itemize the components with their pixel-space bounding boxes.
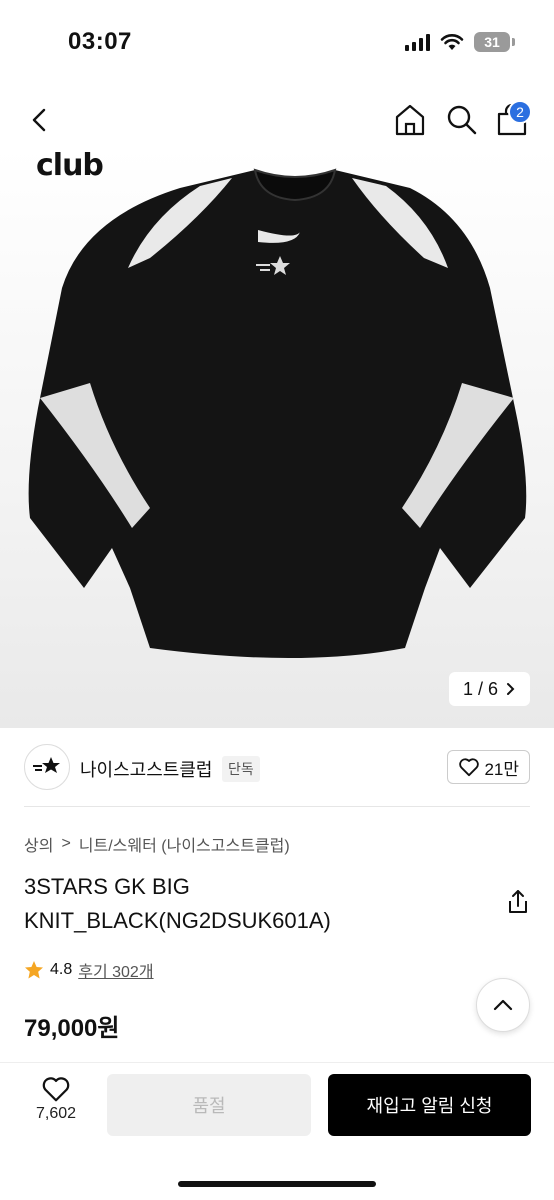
battery-level: 31 — [484, 34, 500, 50]
share-icon[interactable] — [504, 888, 532, 916]
nav-bar — [0, 92, 554, 148]
divider — [24, 806, 530, 807]
home-icon[interactable] — [392, 102, 428, 138]
wifi-icon — [440, 34, 464, 50]
star-icon — [25, 961, 43, 979]
wishlist-button[interactable]: 7,602 — [28, 1075, 84, 1123]
brand-star-icon — [33, 757, 60, 773]
sold-out-button: 품절 — [107, 1074, 311, 1136]
product-photo — [28, 168, 527, 658]
battery-icon: 31 — [474, 32, 515, 52]
breadcrumb-category[interactable]: 상의 — [24, 832, 53, 856]
chevron-right-icon — [507, 683, 515, 695]
brand-like-button[interactable]: 21만 — [447, 750, 530, 784]
review-count-link[interactable]: 후기 302개 — [78, 958, 153, 982]
breadcrumb-subcategory[interactable]: 니트/스웨터 (나이스고스트클럽) — [79, 832, 290, 856]
chevron-up-icon — [493, 999, 513, 1011]
back-icon[interactable] — [24, 104, 56, 136]
rating-row: 4.8 후기 302개 — [24, 958, 154, 982]
heart-icon — [42, 1077, 70, 1102]
status-icons: 31 — [405, 32, 515, 52]
status-bar: 03:07 31 — [0, 0, 554, 84]
image-counter-text: 1 / 6 — [462, 678, 498, 699]
scroll-to-top-button[interactable] — [476, 978, 530, 1032]
brand-logo[interactable] — [24, 744, 70, 790]
brand-name[interactable]: 나이스고스트클럽 — [80, 756, 212, 782]
cart-count-badge: 2 — [508, 100, 532, 124]
rating-value: 4.8 — [50, 961, 73, 978]
brand-row[interactable]: 나이스고스트클럽 단독 21만 — [24, 740, 530, 796]
wishlist-count: 7,602 — [35, 1105, 77, 1122]
search-icon[interactable] — [444, 102, 480, 138]
home-indicator — [178, 1181, 376, 1187]
product-price: 79,000원 — [24, 1015, 120, 1042]
bottom-action-bar: 7,602 품절 재입고 알림 신청 — [0, 1062, 554, 1200]
image-counter[interactable]: 1 / 6 — [448, 672, 530, 706]
heart-icon — [459, 758, 480, 777]
brand-like-count: 21만 — [484, 759, 519, 779]
status-time: 03:07 — [68, 28, 132, 55]
product-title: 3STARS GK BIG KNIT_BLACK(NG2DSUK601A) — [24, 874, 331, 933]
product-image-carousel[interactable]: club 1 / 6 — [0, 148, 554, 728]
breadcrumb: 상의 > 니트/스웨터 (나이스고스트클럽) — [24, 832, 290, 856]
signal-icon — [405, 33, 430, 51]
restock-alert-button[interactable]: 재입고 알림 신청 — [328, 1074, 531, 1136]
breadcrumb-separator: > — [61, 835, 71, 852]
exclusive-badge: 단독 — [222, 756, 260, 782]
